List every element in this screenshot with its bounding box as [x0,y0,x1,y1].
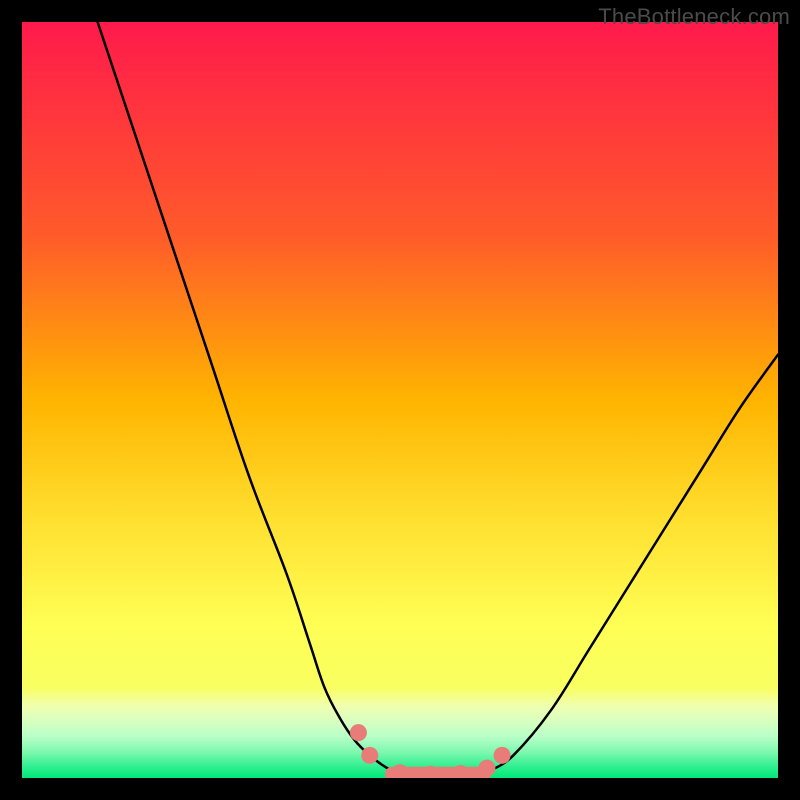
marker-0 [350,724,367,741]
marker-1 [361,747,378,764]
plot-area [22,22,778,778]
marker-5 [478,760,495,777]
marker-6 [494,747,511,764]
chart-svg [22,22,778,778]
chart-frame: TheBottleneck.com [0,0,800,800]
watermark-text: TheBottleneck.com [598,4,790,30]
